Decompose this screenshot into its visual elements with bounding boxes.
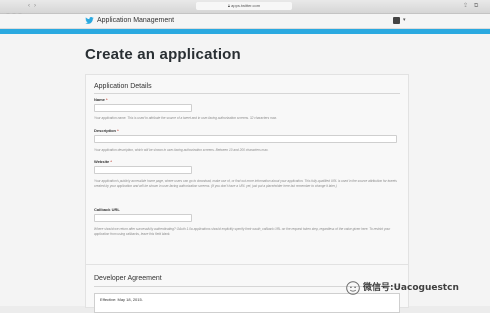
description-help: Your application description, which will… — [94, 148, 269, 152]
address-bar[interactable]: 🔒︎ apps.twitter.com — [196, 2, 292, 10]
tabs-icon[interactable]: ⧉ — [474, 2, 478, 10]
required-mark: * — [117, 128, 119, 133]
required-mark: * — [110, 159, 112, 164]
name-label-text: Name — [94, 97, 105, 102]
name-help: Your application name. This is used to a… — [94, 116, 277, 120]
page-title: Create an application — [85, 46, 241, 63]
description-label-text: Description — [94, 128, 117, 133]
callback-help: Where should we return after successfull… — [94, 227, 391, 236]
forward-icon[interactable]: › — [34, 2, 36, 10]
share-icon[interactable]: ⇪ — [463, 2, 468, 10]
website-input[interactable] — [94, 166, 192, 174]
agreement-effective-date: Effective: May 18, 2015. — [100, 297, 143, 302]
address-text: apps.twitter.com — [231, 3, 261, 8]
description-label: Description * — [94, 128, 119, 133]
divider — [94, 93, 400, 94]
watermark: 微信号:Uacoguestcn — [346, 280, 488, 298]
name-input[interactable] — [94, 104, 192, 112]
description-input[interactable] — [94, 135, 397, 143]
browser-toolbar: ‹ › 🔒︎ apps.twitter.com ⇪ ⧉ — [0, 0, 490, 17]
website-label: Website * — [94, 159, 112, 164]
back-icon[interactable]: ‹ — [28, 2, 30, 10]
agreement-heading: Developer Agreement — [94, 275, 162, 282]
section-heading: Application Details — [94, 83, 152, 90]
chevron-down-icon[interactable]: ▾ — [403, 17, 406, 24]
website-help: Your application's publicly accessible h… — [94, 179, 397, 188]
lock-icon: 🔒︎ — [227, 3, 231, 8]
callback-label: Callback URL — [94, 207, 120, 212]
name-label: Name * — [94, 97, 108, 102]
twitter-bird-icon[interactable] — [85, 17, 94, 24]
app-header: Application Management ▾ — [0, 14, 490, 29]
callback-url-input[interactable] — [94, 214, 192, 222]
app-title[interactable]: Application Management — [97, 16, 174, 26]
website-label-text: Website — [94, 159, 110, 164]
wechat-logo-icon — [346, 281, 360, 295]
main-content: Create an application Application Detail… — [0, 34, 490, 313]
watermark-text: 微信号:Uacoguestcn — [363, 283, 459, 293]
user-avatar[interactable] — [393, 17, 400, 24]
required-mark: * — [106, 97, 108, 102]
application-details-panel: Application Details Name * Your applicat… — [85, 74, 409, 266]
